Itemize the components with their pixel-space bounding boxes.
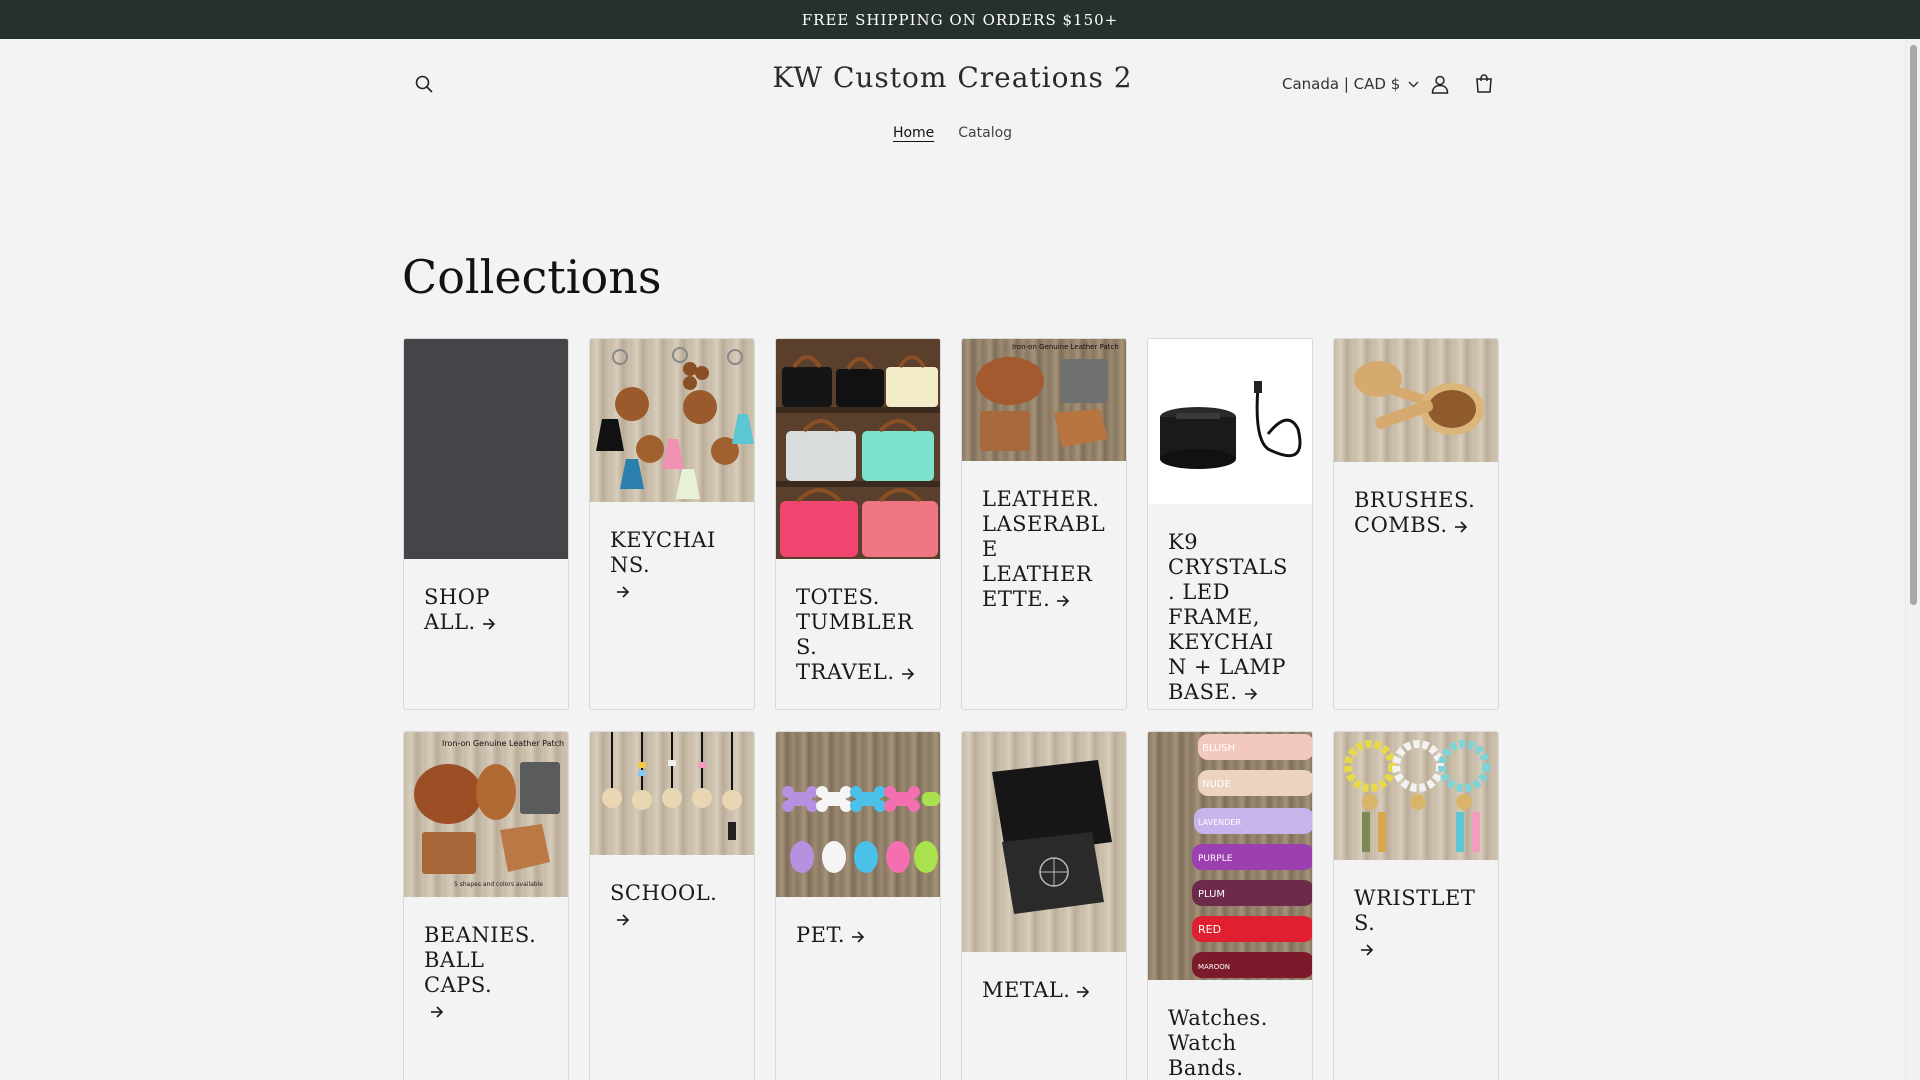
svg-text:Iron-on Genuine Leather Patch: Iron-on Genuine Leather Patch [1012, 343, 1119, 351]
solid-dark-placeholder [404, 339, 568, 559]
collection-label: KEYCHAINS. [610, 528, 716, 577]
collection-label: BEANIES. BALL CAPS. [424, 923, 537, 997]
account-button[interactable] [1425, 69, 1455, 99]
collection-card-pet[interactable]: PET. [775, 731, 941, 1080]
arrow-right-icon [617, 913, 630, 926]
arrow-right-icon [1454, 520, 1467, 533]
collection-card-totes[interactable]: TOTES. TUMBLERS. TRAVEL. [775, 338, 941, 710]
arrow-right-icon [901, 667, 914, 680]
bead-wristlets-image [1334, 732, 1498, 860]
collection-label: SCHOOL. [610, 881, 718, 905]
collection-card-brushes[interactable]: BRUSHES. COMBS. [1333, 338, 1499, 710]
arrow-right-icon [1057, 594, 1070, 607]
country-selector[interactable]: Canada | CAD $ [1282, 69, 1419, 99]
collections-grid: SHOP ALL. KEYCHAINS. TOTES. TUMBLERS. TR… [403, 338, 1501, 1080]
svg-text:MAROON: MAROON [1198, 963, 1230, 971]
svg-text:RED: RED [1198, 923, 1221, 936]
arrow-right-icon [431, 1005, 444, 1018]
collection-card-wristlets[interactable]: WRISTLETS. [1333, 731, 1499, 1080]
collection-label: METAL. [982, 978, 1071, 1002]
arrow-right-icon [1244, 687, 1257, 700]
collection-label: SHOP ALL. [424, 585, 491, 634]
leather-patches-image: Iron-on Genuine Leather Patch [962, 339, 1126, 461]
leather-patch-image: Iron-on Genuine Leather Patch 5 shapes a… [404, 732, 568, 897]
svg-text:LAVENDER: LAVENDER [1198, 818, 1241, 827]
arrow-right-icon [1361, 943, 1374, 956]
bone-keychains-image [776, 732, 940, 897]
collection-card-metal[interactable]: METAL. [961, 731, 1127, 1080]
collection-card-watches[interactable]: BLUSH NUDE LAVENDER PURPLE PLUM RED MARO… [1147, 731, 1313, 1080]
collection-card-k9-crystals[interactable]: K9 CRYSTALS. LED FRAME, KEYCHAIN + LAMP … [1147, 338, 1313, 710]
bamboo-brush-image [1334, 339, 1498, 462]
lanyards-image [590, 732, 754, 855]
keychain-tassels-image [590, 339, 754, 502]
arrow-right-icon [482, 617, 495, 630]
collection-label: PET. [796, 923, 846, 947]
collection-label: Watches. Watch Bands. [1168, 1006, 1268, 1080]
collection-label: LEATHER. LASERABLE LEATHERETTE. [982, 487, 1106, 611]
svg-text:Iron-on Genuine Leather Patch: Iron-on Genuine Leather Patch [442, 739, 564, 748]
store-logo[interactable]: KW Custom Creations 2 [772, 61, 1132, 94]
svg-text:NUDE: NUDE [1202, 779, 1231, 790]
collection-card-leather[interactable]: Iron-on Genuine Leather Patch LEATHER. L… [961, 338, 1127, 710]
collection-label: WRISTLETS. [1354, 886, 1476, 935]
announcement-bar: FREE SHIPPING ON ORDERS $150+ [0, 0, 1920, 39]
announcement-text: FREE SHIPPING ON ORDERS $150+ [801, 10, 1119, 29]
svg-text:PURPLE: PURPLE [1198, 854, 1233, 864]
page-scrollbar[interactable] [1905, 39, 1920, 1080]
nav-catalog[interactable]: Catalog [958, 125, 1012, 141]
metal-card-image [962, 732, 1126, 952]
page-title: Collections [402, 250, 662, 304]
search-icon [415, 75, 433, 93]
svg-text:PLUM: PLUM [1198, 889, 1225, 900]
collection-label: K9 CRYSTALS. LED FRAME, KEYCHAIN + LAMP … [1168, 530, 1288, 704]
arrow-right-icon [852, 930, 865, 943]
main-nav: Home Catalog [0, 125, 1905, 141]
collection-card-beanies[interactable]: Iron-on Genuine Leather Patch 5 shapes a… [403, 731, 569, 1080]
user-icon [1431, 75, 1449, 94]
country-label: Canada | CAD $ [1282, 75, 1401, 93]
svg-text:BLUSH: BLUSH [1202, 743, 1235, 754]
arrow-right-icon [1077, 985, 1090, 998]
watch-bands-image: BLUSH NUDE LAVENDER PURPLE PLUM RED MARO… [1148, 732, 1312, 980]
cart-icon [1476, 74, 1492, 93]
scrollbar-thumb[interactable] [1910, 45, 1917, 605]
led-lamp-base-image [1148, 339, 1312, 504]
site-header: KW Custom Creations 2 Canada | CAD $ Hom… [0, 39, 1905, 159]
search-button[interactable] [409, 69, 439, 99]
chevron-down-icon [1408, 80, 1419, 88]
cart-button[interactable] [1469, 69, 1499, 99]
arrow-right-icon [617, 585, 630, 598]
collection-card-keychains[interactable]: KEYCHAINS. [589, 338, 755, 710]
svg-text:5 shapes and colors available: 5 shapes and colors available [454, 881, 543, 888]
collection-card-shop-all[interactable]: SHOP ALL. [403, 338, 569, 710]
nav-home[interactable]: Home [893, 125, 934, 141]
tote-bags-image [776, 339, 940, 559]
collection-label: TOTES. TUMBLERS. TRAVEL. [796, 585, 914, 684]
collection-card-school[interactable]: SCHOOL. [589, 731, 755, 1080]
